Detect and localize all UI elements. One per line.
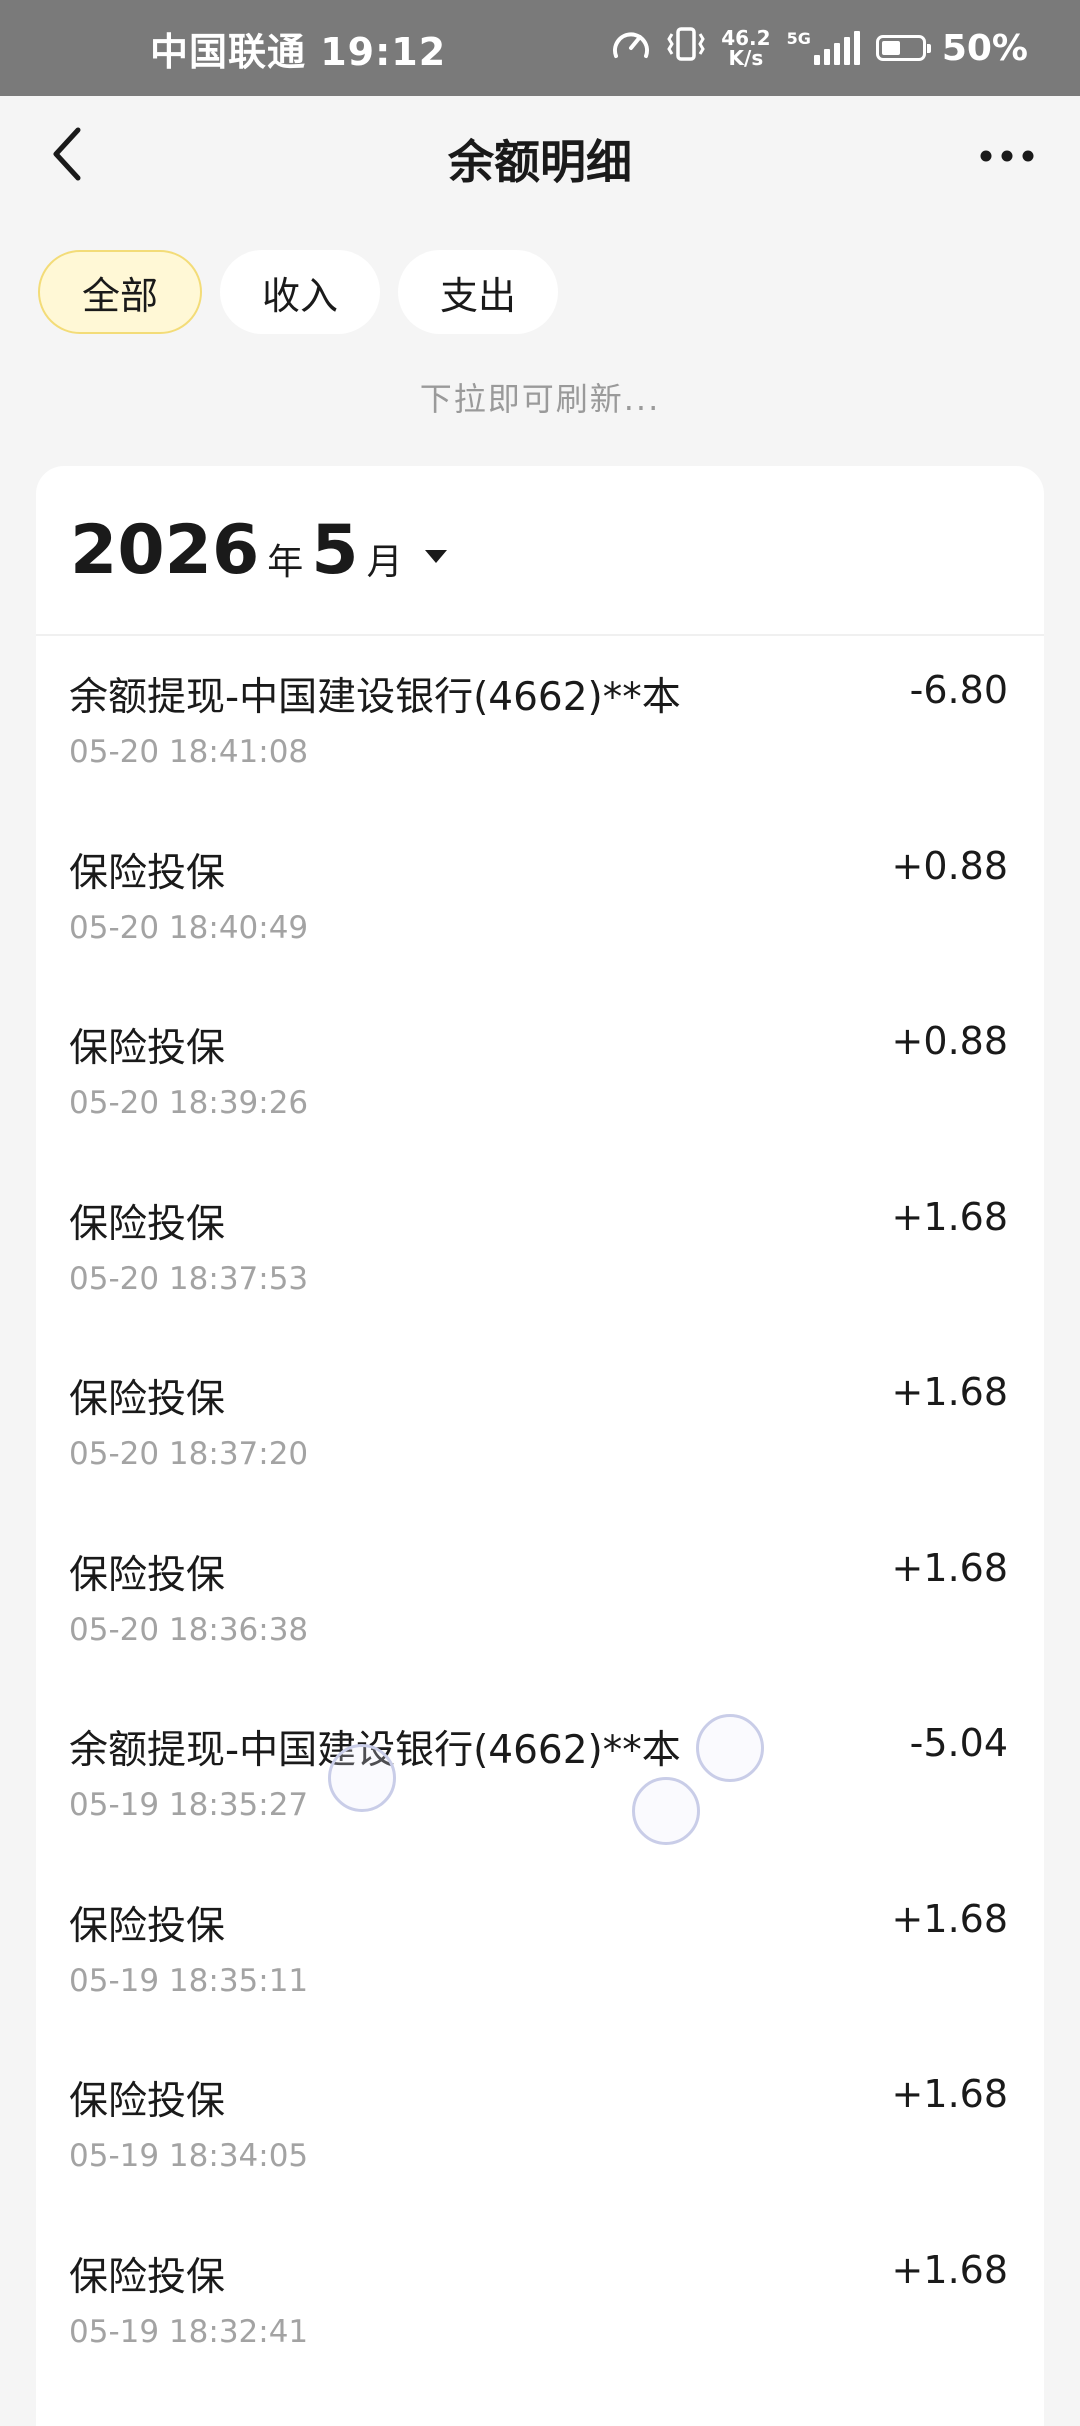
- transaction-time: 05-20 18:41:08: [69, 734, 309, 770]
- network-speed: 46.2 K/s: [721, 28, 770, 68]
- speed-value: 46.2: [721, 26, 771, 50]
- transaction-row[interactable]: 余额提现-中国建设银行(4662)**本 05-20 18:41:08 -6.8…: [36, 666, 1044, 842]
- transaction-row[interactable]: 保险投保 05-20 18:40:49 +0.88: [36, 842, 1044, 1018]
- transaction-time: 05-20 18:37:53: [69, 1260, 309, 1297]
- status-icons: 46.2 K/s 5G 50%: [611, 0, 1028, 96]
- transaction-time: 05-20 18:39:26: [69, 1085, 309, 1121]
- month-year: 2026: [70, 510, 260, 590]
- speedometer-icon: [611, 26, 651, 71]
- month-unit: 月: [366, 542, 403, 583]
- transaction-title: 保险投保: [69, 1903, 226, 1949]
- nav-bar: 余额明细: [0, 96, 1080, 220]
- touch-indicator: [328, 1744, 396, 1812]
- tab-income[interactable]: 收入: [220, 250, 381, 334]
- transaction-time: 05-20 18:37:20: [69, 1436, 309, 1472]
- touch-indicator: [632, 1777, 700, 1845]
- transaction-amount: +1.68: [891, 1370, 1008, 1414]
- transaction-row[interactable]: 保险投保 05-20 18:36:38 +1.68: [36, 1544, 1044, 1720]
- page-title: 余额明细: [448, 135, 632, 189]
- more-button[interactable]: [972, 126, 1042, 186]
- transaction-time: 05-19 18:35:27: [69, 1787, 309, 1823]
- transaction-title: 余额提现-中国建设银行(4662)**本: [69, 675, 681, 720]
- transaction-amount: +1.68: [891, 1194, 1008, 1239]
- transaction-amount: +1.68: [891, 1545, 1008, 1590]
- transactions-card: 2026 年 5 月 余额提现-中国建设银行(4662)**本 05-20 18…: [36, 466, 1044, 2426]
- transaction-time: 05-20 18:40:49: [69, 909, 309, 946]
- transaction-amount: +0.88: [891, 843, 1008, 888]
- transaction-title: 保险投保: [69, 850, 226, 896]
- caret-down-icon: [424, 549, 447, 563]
- touch-indicator: [696, 1714, 764, 1782]
- transaction-title: 保险投保: [69, 2254, 226, 2300]
- transaction-amount: +1.68: [891, 1896, 1008, 1941]
- transaction-row[interactable]: 保险投保 05-20 18:37:53 +1.68: [36, 1193, 1044, 1369]
- transaction-time: 05-19 18:34:05: [69, 2138, 309, 2174]
- transaction-row[interactable]: 保险投保 05-19 18:35:11 +1.68: [36, 1895, 1044, 2071]
- transaction-row[interactable]: 保险投保 05-19 18:34:05 +1.68: [36, 2070, 1044, 2246]
- tab-all[interactable]: 全部: [38, 250, 203, 334]
- signal-icon: 5G: [787, 31, 860, 65]
- battery-icon: [875, 35, 931, 61]
- month-selector[interactable]: 2026 年 5 月: [36, 466, 1044, 636]
- status-bar: 中国联通 19:12 46.2 K/s 5G 50%: [0, 0, 1080, 96]
- vibrate-icon: [667, 26, 705, 71]
- transaction-row[interactable]: 保险投保 05-20 18:39:26 +0.88: [36, 1017, 1044, 1193]
- transaction-amount: +1.68: [891, 2072, 1008, 2116]
- transaction-amount: -5.04: [909, 1721, 1008, 1765]
- network-type: 5G: [786, 29, 811, 48]
- carrier-time: 中国联通 19:12: [150, 29, 447, 74]
- refresh-hint: 下拉即可刷新...: [419, 380, 661, 418]
- transaction-title: 保险投保: [69, 1026, 226, 1071]
- transaction-row[interactable]: 保险投保 05-19 18:32:41 +1.68: [36, 2246, 1044, 2422]
- year-unit: 年: [267, 542, 304, 583]
- transaction-amount: -6.80: [909, 668, 1008, 712]
- transaction-row[interactable]: 保险投保 05-20 18:37:20 +1.68: [36, 1368, 1044, 1544]
- transaction-time: 05-19 18:32:41: [69, 2313, 309, 2350]
- transaction-title: 保险投保: [69, 1201, 226, 1247]
- transaction-title: 保险投保: [69, 1552, 226, 1598]
- month-number: 5: [311, 510, 359, 590]
- tab-expense[interactable]: 支出: [398, 250, 559, 334]
- transaction-amount: +1.68: [891, 2247, 1008, 2292]
- battery-level: 50%: [941, 27, 1028, 69]
- transaction-title: 保险投保: [69, 2079, 226, 2124]
- transaction-time: 05-19 18:35:11: [69, 1962, 309, 1999]
- transaction-time: 05-20 18:36:38: [69, 1611, 309, 1648]
- transaction-amount: +0.88: [891, 1019, 1008, 1063]
- speed-unit: K/s: [728, 46, 764, 70]
- transaction-title: 保险投保: [69, 1377, 226, 1422]
- filter-tabs: 全部 收入 支出: [38, 250, 559, 334]
- transaction-row[interactable]: 余额提现-中国建设银行(4662)**本 05-19 18:35:27 -5.0…: [36, 1719, 1044, 1895]
- more-dots-icon: [980, 150, 1034, 162]
- transaction-list: 余额提现-中国建设银行(4662)**本 05-20 18:41:08 -6.8…: [36, 666, 1044, 2421]
